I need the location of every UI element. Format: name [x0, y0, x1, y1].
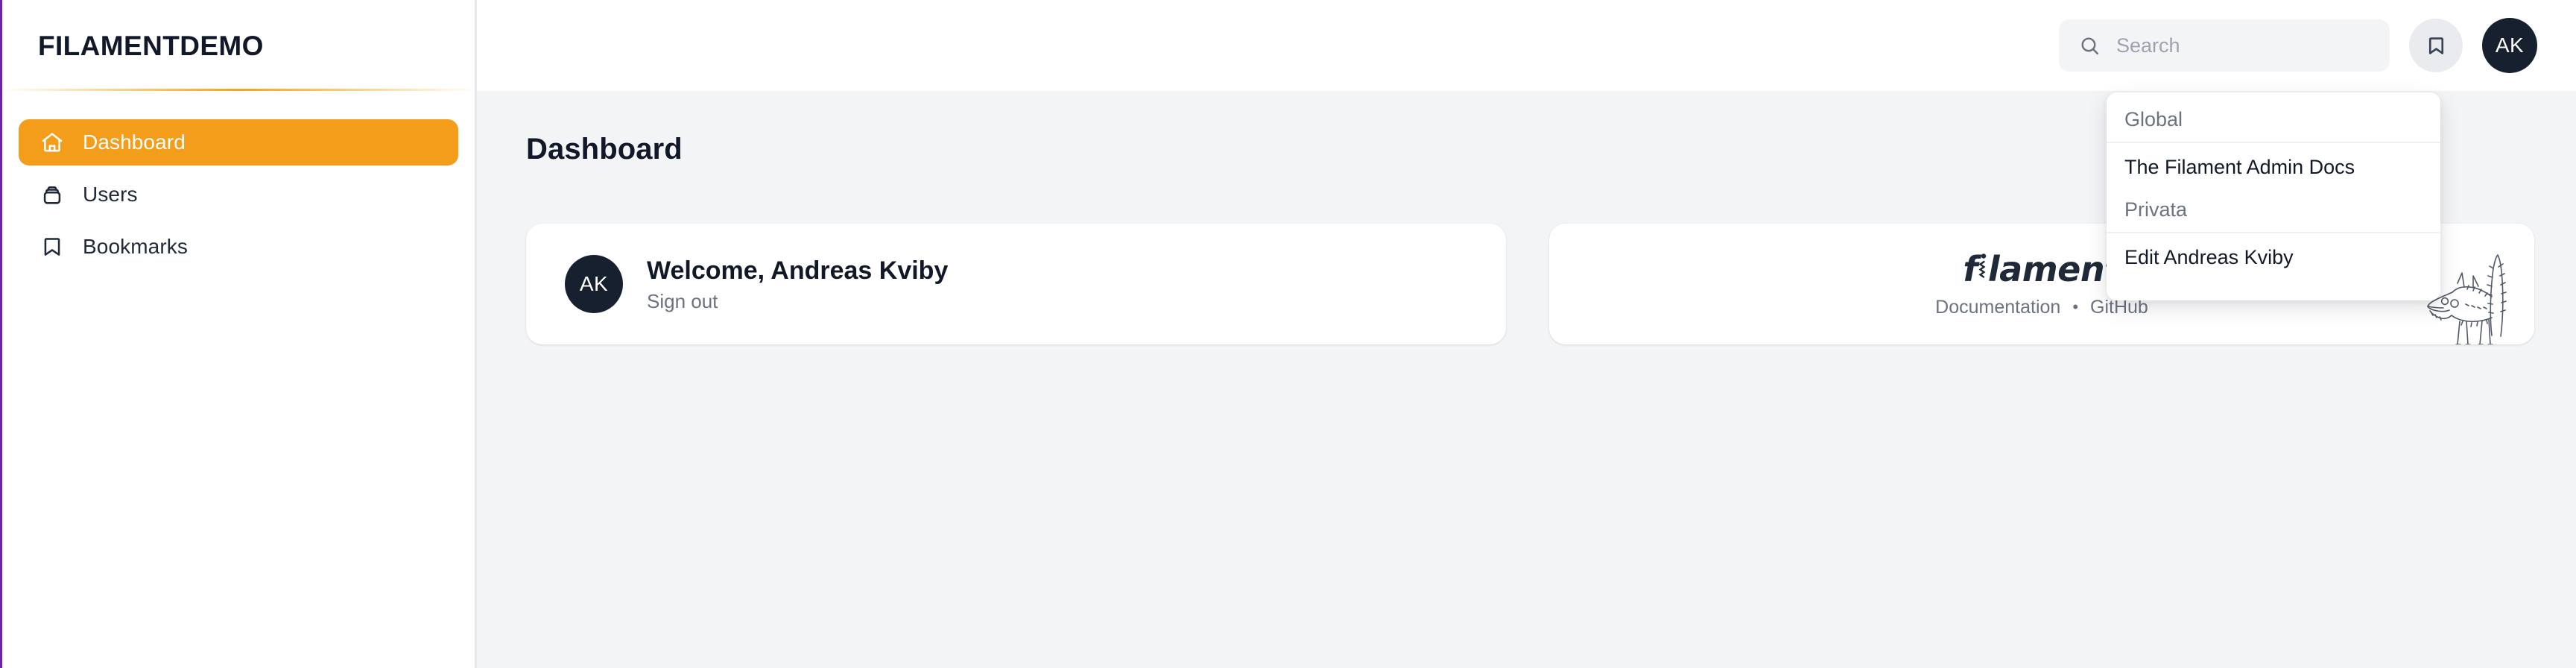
sidebar-item-bookmarks[interactable]: Bookmarks [19, 224, 458, 270]
filament-logo: f lament [1963, 248, 2121, 289]
separator-dot: • [2072, 297, 2079, 316]
sidebar-item-label: Dashboard [83, 130, 186, 154]
sidebar-item-label: Bookmarks [83, 235, 188, 258]
bookmark-icon [39, 234, 65, 259]
sign-out-link[interactable]: Sign out [647, 292, 948, 311]
home-icon [39, 130, 65, 155]
filament-logo-post: lament [1987, 248, 2121, 289]
users-icon [39, 182, 65, 207]
sidebar-brand[interactable]: FILAMENTDEMO [2, 0, 475, 91]
bookmark-icon [2424, 34, 2449, 58]
dropdown-group-label-privata: Privata [2107, 190, 2440, 234]
github-link[interactable]: GitHub [2090, 297, 2148, 317]
filament-links: Documentation • GitHub [1935, 297, 2148, 317]
search-icon [2078, 34, 2101, 57]
welcome-avatar-initials: AK [579, 272, 609, 295]
avatar[interactable]: AK [2482, 18, 2537, 73]
search-box[interactable] [2059, 19, 2390, 72]
sidebar: FILAMENTDEMO Dashboard Users Bookmarks [2, 0, 477, 668]
avatar-initials: AK [2495, 34, 2525, 57]
documentation-link[interactable]: Documentation [1935, 297, 2060, 317]
user-dropdown-menu: Global The Filament Admin Docs Privata E… [2107, 92, 2440, 300]
welcome-title: Welcome, Andreas Kviby [647, 256, 949, 285]
brand-title: FILAMENTDEMO [38, 30, 264, 61]
dropdown-item-edit-user[interactable]: Edit Andreas Kviby [2107, 233, 2440, 281]
sidebar-item-dashboard[interactable]: Dashboard [19, 119, 458, 166]
sidebar-nav: Dashboard Users Bookmarks [2, 91, 475, 270]
bookmarks-button[interactable] [2409, 19, 2463, 72]
welcome-avatar: AK [565, 255, 623, 313]
sidebar-item-label: Users [83, 183, 138, 206]
filament-logo-pre: f [1963, 248, 1978, 289]
welcome-texts: Welcome, Andreas Kviby Sign out [647, 258, 948, 311]
admin-panel-root: FILAMENTDEMO Dashboard Users Bookmarks S… [0, 0, 2576, 668]
search-input[interactable] [2116, 34, 2370, 57]
welcome-widget: AK Welcome, Andreas Kviby Sign out [526, 224, 1506, 344]
sidebar-item-users[interactable]: Users [19, 171, 458, 218]
topbar: AK [477, 0, 2576, 91]
dropdown-item-filament-docs[interactable]: The Filament Admin Docs [2107, 143, 2440, 191]
dropdown-group-label-global: Global [2107, 100, 2440, 143]
